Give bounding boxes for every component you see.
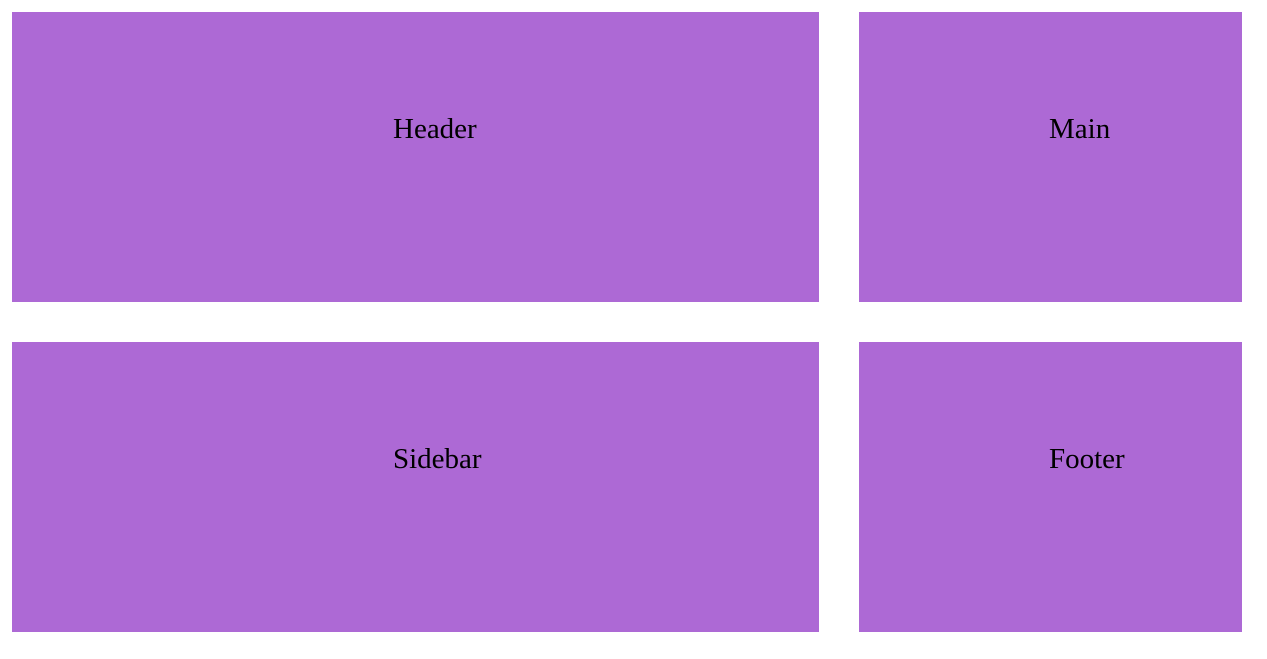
header-label: Header: [393, 113, 477, 145]
main-label: Main: [1049, 113, 1111, 145]
sidebar-box: Sidebar: [12, 342, 819, 632]
header-box: Header: [12, 12, 819, 302]
sidebar-label: Sidebar: [393, 443, 482, 475]
footer-label: Footer: [1049, 443, 1125, 475]
main-box: Main: [859, 12, 1242, 302]
grid-container: Header Main Sidebar Footer: [0, 0, 1267, 659]
footer-box: Footer: [859, 342, 1242, 632]
